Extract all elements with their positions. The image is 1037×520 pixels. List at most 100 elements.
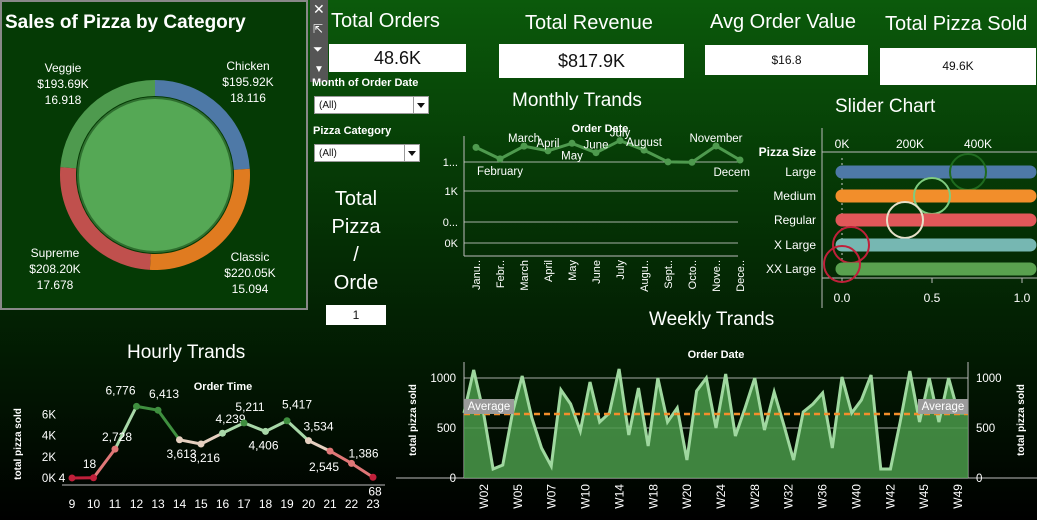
- open-in-new-icon[interactable]: ⇱: [313, 22, 323, 36]
- hourly-point-label: 4: [59, 471, 66, 485]
- monthly-point-label: February: [477, 166, 523, 178]
- monthly-x-tick: May: [567, 260, 579, 281]
- slider-row-label: XX Large: [766, 262, 816, 276]
- donut-center: [77, 97, 233, 253]
- hourly-x-tick: 22: [345, 497, 359, 511]
- hourly-line-segment: [264, 419, 288, 433]
- total-pizza-sold-title: Total Pizza Sold: [885, 13, 1028, 35]
- monthly-y-tick: 0K: [445, 238, 459, 250]
- weekly-x-tick: W20: [680, 484, 694, 509]
- category-filter-dropdown[interactable]: (All): [314, 144, 420, 162]
- hourly-x-tick: 14: [173, 497, 187, 511]
- hourly-x-tick: 15: [194, 497, 208, 511]
- hourly-point: [197, 440, 205, 448]
- weekly-x-tick: W45: [917, 484, 931, 509]
- monthly-x-tick: July: [615, 260, 627, 280]
- slider-top-tick: 400K: [964, 137, 992, 151]
- hourly-point: [262, 427, 269, 435]
- monthly-x-tick: Febr..: [495, 260, 507, 288]
- hourly-header: Order Time: [194, 381, 253, 393]
- hourly-point-label: 5,417: [282, 398, 312, 412]
- total-revenue-title: Total Revenue: [525, 12, 653, 34]
- worksheet-toolbar: ✕ ⇱ ⏷ ▼: [310, 0, 328, 82]
- total-orders-value: 48.6K: [329, 44, 466, 72]
- month-filter-dropdown[interactable]: (All): [314, 96, 429, 114]
- hourly-y-tick: 2K: [42, 452, 56, 464]
- slider-bottom-tick: 0.0: [834, 291, 851, 305]
- veggie-label: Veggie $193.69K 16.918: [37, 61, 89, 107]
- monthly-x-tick: Octo..: [687, 260, 699, 289]
- weekly-x-tick: W07: [545, 484, 559, 509]
- weekly-x-tick: W32: [782, 484, 796, 509]
- monthly-point: [688, 158, 696, 166]
- weekly-average-label-right: Average: [922, 401, 965, 413]
- hourly-point: [369, 473, 377, 481]
- monthly-y-tick: 1...: [443, 157, 458, 169]
- monthly-point: [736, 156, 744, 164]
- avg-order-value-value: $16.8: [705, 45, 868, 75]
- hourly-point-label: 4,406: [248, 438, 278, 452]
- slider-row-header: Pizza Size: [759, 145, 817, 159]
- weekly-y-tick-right: 0: [976, 473, 982, 485]
- slider-row-label: Regular: [774, 213, 816, 227]
- monthly-x-tick: June: [591, 260, 603, 284]
- weekly-y-tick-left: 500: [437, 423, 456, 435]
- pizza-per-order-value: 1: [326, 305, 386, 325]
- hourly-point: [326, 447, 334, 455]
- hourly-y-tick: 0K: [42, 473, 56, 485]
- weekly-x-tick: W40: [849, 484, 863, 509]
- monthly-point-label: August: [626, 137, 663, 149]
- filter-icon[interactable]: ⏷: [313, 42, 323, 57]
- hourly-point-label: 2,728: [102, 430, 132, 444]
- category-panel: Sales of Pizza by Category Veggie $193.6…: [0, 0, 308, 310]
- weekly-x-tick: W24: [714, 484, 728, 509]
- hourly-point: [154, 406, 162, 414]
- hourly-y-tick: 6K: [42, 410, 56, 422]
- monthly-point: [568, 139, 576, 147]
- weekly-x-tick: W05: [511, 484, 525, 509]
- hourly-point: [133, 402, 140, 410]
- slider-row-label: Medium: [773, 189, 816, 203]
- hourly-point-label: 6,413: [149, 387, 179, 401]
- hourly-point: [219, 429, 226, 437]
- monthly-x-tick: March: [519, 260, 531, 291]
- slider-chart: Pizza Size 0K 200K 400K 0.0 0.5 1.0 Large Mediu…: [759, 128, 1037, 308]
- weekly-header: Order Date: [688, 349, 745, 361]
- hourly-x-tick: 17: [237, 497, 251, 511]
- weekly-y-tick-left: 0: [450, 473, 456, 485]
- monthly-point-label: April: [536, 138, 559, 150]
- weekly-y-tick-right: 500: [976, 423, 995, 435]
- hourly-chart: Order Time total pizza sold 0K 2K 4K 6K 49 18…: [13, 381, 385, 511]
- category-filter-label: Pizza Category: [313, 125, 392, 137]
- weekly-x-tick: W18: [646, 484, 660, 509]
- monthly-y-tick: 0...: [443, 217, 458, 229]
- slider-bottom-tick: 1.0: [1014, 291, 1031, 305]
- hourly-point: [283, 417, 291, 425]
- slider-title: Slider Chart: [835, 96, 936, 117]
- weekly-x-tick: W36: [816, 484, 830, 509]
- monthly-point-label: March: [508, 133, 540, 145]
- chevron-down-icon: [404, 145, 419, 161]
- hourly-point-label: 3,534: [303, 420, 333, 434]
- hourly-line-segment: [200, 431, 224, 446]
- hourly-point: [111, 445, 119, 453]
- close-icon[interactable]: ✕: [313, 2, 325, 16]
- monthly-x-tick: Dece..: [735, 260, 747, 292]
- hourly-y-tick: 4K: [42, 431, 56, 443]
- monthly-point: [496, 155, 504, 163]
- slider-top-tick: 200K: [896, 137, 924, 151]
- monthly-x-tick: April: [543, 260, 555, 282]
- weekly-title: Weekly Trands: [649, 309, 775, 330]
- hourly-x-tick: 11: [109, 497, 122, 511]
- hourly-x-tick: 9: [69, 497, 76, 511]
- more-options-icon[interactable]: ▼: [314, 64, 324, 75]
- monthly-point-label: November: [689, 133, 742, 145]
- classic-label: Classic $220.05K 15.094: [224, 250, 276, 296]
- slider-row-label: Large: [785, 165, 816, 179]
- hourly-point-label: 3,216: [190, 451, 220, 465]
- hourly-title: Hourly Trands: [127, 342, 246, 363]
- monthly-x-tick: Augu..: [639, 260, 651, 292]
- hourly-x-tick: 20: [302, 497, 316, 511]
- hourly-line-segment: [92, 448, 117, 479]
- hourly-point: [240, 419, 248, 427]
